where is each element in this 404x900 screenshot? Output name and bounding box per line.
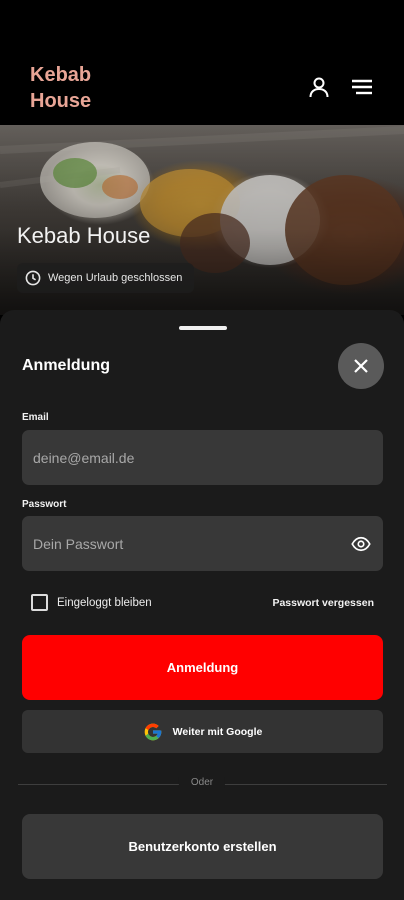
- eye-icon[interactable]: [351, 534, 371, 554]
- google-icon: [144, 723, 162, 740]
- email-field-container: [22, 430, 383, 485]
- logo-line-1: Kebab: [30, 64, 92, 86]
- password-field-container: [22, 516, 383, 571]
- status-text: Wegen Urlaub geschlossen: [48, 272, 183, 284]
- create-account-button[interactable]: Benutzerkonto erstellen: [22, 814, 383, 879]
- logo-line-2: House: [30, 90, 92, 112]
- brand-logo[interactable]: Kebab House: [30, 62, 91, 114]
- close-button[interactable]: [338, 343, 384, 389]
- login-title: Anmeldung: [22, 357, 110, 374]
- divider-label: Oder: [178, 777, 226, 788]
- status-badge: Wegen Urlaub geschlossen: [17, 263, 195, 293]
- email-label: Email: [22, 412, 49, 423]
- login-button[interactable]: Anmeldung: [22, 635, 383, 700]
- hamburger-menu-icon[interactable]: [349, 74, 375, 100]
- app-header: Kebab House: [0, 0, 404, 125]
- email-input[interactable]: [22, 430, 383, 485]
- close-icon: [354, 359, 368, 373]
- forgot-password-link[interactable]: Passwort vergessen: [272, 597, 374, 609]
- restaurant-hero: Kebab House Wegen Urlaub geschlossen: [0, 125, 404, 315]
- remember-me[interactable]: Eingeloggt bleiben: [31, 594, 152, 611]
- remember-label: Eingeloggt bleiben: [57, 596, 152, 609]
- google-button-label: Weiter mit Google: [172, 725, 263, 738]
- google-signin-button[interactable]: Weiter mit Google: [22, 710, 383, 753]
- drag-handle[interactable]: [179, 326, 227, 330]
- password-label: Passwort: [22, 499, 67, 510]
- restaurant-name: Kebab House: [17, 223, 151, 248]
- user-icon[interactable]: [306, 74, 332, 100]
- login-sheet: Anmeldung Email Passwort Eingeloggt blei…: [0, 310, 404, 900]
- remember-checkbox[interactable]: [31, 594, 48, 611]
- clock-icon: [25, 270, 41, 286]
- password-input[interactable]: [22, 516, 383, 571]
